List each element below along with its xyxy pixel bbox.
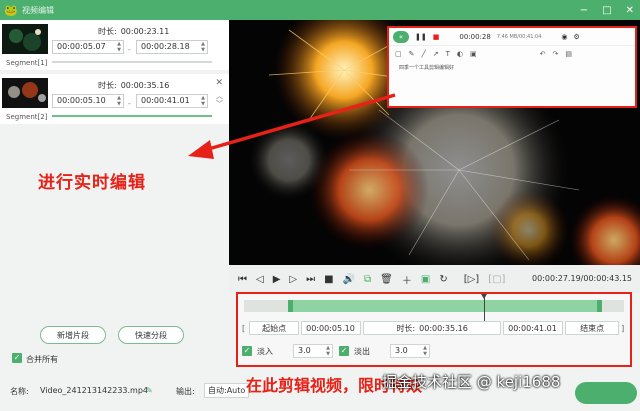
spinner-icon[interactable]: ▲ ▼ bbox=[117, 95, 121, 107]
fade-in-input[interactable]: 3.0 ▲ ▼ bbox=[293, 344, 333, 358]
title-bar: 🐸 视频编辑 − □ ✕ bbox=[0, 0, 640, 20]
window-title: 视频编辑 bbox=[22, 5, 54, 15]
screen-recorder-overlay: « ❚❚ ■ 00:00:28 7.46 MB/00:41:04 ◉ ⚙ ▢ ✎… bbox=[387, 26, 637, 108]
overlay-info: 7.46 MB/00:41:04 bbox=[496, 33, 542, 40]
segment-item-1[interactable]: Segment[1] 时长: 00:00:23.11 00:00:05.07 ▲ ▼ … bbox=[0, 20, 229, 70]
back-icon[interactable]: « bbox=[393, 30, 409, 43]
segment-item-2[interactable]: Segment[2] 时长: 00:00:35.16 00:00:05.10 ▲ ▼ … bbox=[0, 74, 229, 124]
duration-field: 时长: 00:00:35.16 bbox=[363, 321, 502, 335]
segment-thumbnail bbox=[2, 78, 48, 108]
remove-segment-icon[interactable]: ✕ bbox=[215, 78, 223, 88]
spinner-icon[interactable]: ▲ ▼ bbox=[201, 95, 205, 107]
quick-split-button[interactable]: 快速分段 bbox=[118, 326, 184, 344]
fade-row: ✓ 淡入 3.0 ▲ ▼ ✓ 淡出 3.0 ▲ ▼ bbox=[242, 344, 628, 358]
segment-end-input[interactable]: 00:00:41.01 ▲ ▼ bbox=[136, 94, 208, 108]
edit-time-row: [ 起始点 00:00:05.10 时长: 00:00:35.16 00:00:4… bbox=[242, 321, 628, 335]
timeline-track[interactable] bbox=[244, 300, 624, 312]
set-start-button[interactable]: 起始点 bbox=[249, 321, 300, 335]
spinner-icon[interactable]: ▲ ▼ bbox=[423, 345, 427, 357]
close-button[interactable]: ✕ bbox=[626, 5, 634, 16]
volume-icon[interactable]: 🔊 bbox=[343, 274, 355, 285]
segment-end-input[interactable]: 00:00:28.18 ▲ ▼ bbox=[136, 40, 208, 54]
fade-in-label: 淡入 bbox=[257, 346, 273, 356]
spinner-icon[interactable]: ▲ ▼ bbox=[201, 41, 205, 53]
copy-icon[interactable]: ▣ bbox=[421, 274, 430, 285]
reorder-icon[interactable]: ︿ ﹀ bbox=[216, 92, 223, 108]
segment-label: Segment[1] bbox=[6, 59, 48, 67]
annotation-live-edit: 进行实时编辑 bbox=[38, 173, 146, 193]
window-controls: − □ ✕ bbox=[580, 0, 634, 20]
start-time-field[interactable]: 00:00:05.10 bbox=[301, 321, 362, 335]
fade-out-input[interactable]: 3.0 ▲ ▼ bbox=[390, 344, 430, 358]
text-tool-icon[interactable]: T bbox=[446, 50, 450, 58]
time-readout: 00:00:27.19/00:00:43.15 bbox=[532, 274, 632, 283]
video-preview[interactable]: « ❚❚ ■ 00:00:28 7.46 MB/00:41:04 ◉ ⚙ ▢ ✎… bbox=[229, 20, 640, 265]
next-frame-icon[interactable]: ▷ bbox=[289, 274, 297, 285]
stop-icon[interactable]: ■ bbox=[324, 274, 333, 285]
trim-end-handle[interactable] bbox=[597, 300, 602, 312]
line-tool-icon[interactable]: ╱ bbox=[422, 50, 426, 58]
fade-out-label: 淡出 bbox=[354, 346, 370, 356]
segment-duration: 时长: 00:00:23.11 bbox=[98, 27, 170, 36]
spinner-icon[interactable]: ▲ ▼ bbox=[326, 345, 330, 357]
undo-icon[interactable]: ↶ bbox=[540, 50, 546, 58]
segment-start-input[interactable]: 00:00:05.07 ▲ ▼ bbox=[52, 40, 124, 54]
segment-duration: 时长: 00:00:35.16 bbox=[98, 81, 170, 90]
spinner-icon[interactable]: ▲ ▼ bbox=[117, 41, 121, 53]
merge-all-checkbox[interactable]: ✓ bbox=[12, 353, 22, 363]
mark-out-icon[interactable]: [▢] bbox=[488, 274, 505, 285]
export-button[interactable] bbox=[575, 382, 637, 404]
merge-all-label: 合并所有 bbox=[26, 355, 58, 364]
end-time-field[interactable]: 00:00:41.01 bbox=[503, 321, 564, 335]
frog-logo-icon: 🐸 bbox=[4, 3, 18, 17]
play-icon[interactable]: ▶ bbox=[273, 274, 281, 285]
segment-start-input[interactable]: 00:00:05.10 ▲ ▼ bbox=[52, 94, 124, 108]
skip-start-icon[interactable]: ⏮ bbox=[238, 274, 247, 285]
playhead[interactable] bbox=[481, 294, 487, 322]
overlay-toolbar: « ❚❚ ■ 00:00:28 7.46 MB/00:41:04 ◉ ⚙ bbox=[389, 28, 635, 46]
minimize-button[interactable]: − bbox=[580, 5, 588, 16]
segment-range-bar bbox=[52, 115, 212, 117]
output-select[interactable]: 自动:Auto bbox=[204, 383, 250, 398]
blur-tool-icon[interactable]: ◐ bbox=[457, 50, 463, 58]
player-controls: ⏮ ◁ ▶ ▷ ⏭ ■ 🔊 ⧉ 🗑 ＋ ▣ ↻ [▷] [▢] 00:00:27… bbox=[229, 265, 640, 293]
pen-tool-icon[interactable]: ✎ bbox=[409, 50, 415, 58]
overlay-body-text: 四季一个工具剪辑编辑好 bbox=[399, 65, 455, 71]
name-field[interactable]: Video_241213142233.mp4 bbox=[40, 386, 148, 395]
refresh-icon[interactable]: ↻ bbox=[439, 274, 447, 285]
save-icon[interactable]: ▤ bbox=[565, 50, 572, 58]
fade-out-checkbox[interactable]: ✓ bbox=[339, 346, 349, 356]
split-icon[interactable]: ⧉ bbox=[364, 274, 371, 285]
pause-icon[interactable]: ❚❚ bbox=[415, 33, 427, 41]
skip-end-icon[interactable]: ⏭ bbox=[306, 274, 315, 285]
segment-panel: Segment[1] 时长: 00:00:23.11 00:00:05.07 ▲ ▼ … bbox=[0, 20, 229, 370]
fade-in-checkbox[interactable]: ✓ bbox=[242, 346, 252, 356]
overlay-tools: ▢ ✎ ╱ ↗ T ◐ ▣ ↶ ↷ ▤ bbox=[389, 46, 635, 62]
clip-edit-panel: [ 起始点 00:00:05.10 时长: 00:00:35.16 00:00:4… bbox=[236, 292, 632, 367]
timeline-selection[interactable] bbox=[288, 300, 602, 312]
name-label: 名称: bbox=[10, 387, 29, 396]
camera-icon[interactable]: ◉ bbox=[561, 33, 567, 41]
trim-start-handle[interactable] bbox=[288, 300, 293, 312]
segment-range-bar bbox=[52, 61, 212, 63]
image-tool-icon[interactable]: ▣ bbox=[470, 50, 477, 58]
redo-icon[interactable]: ↷ bbox=[552, 50, 558, 58]
arrow-tool-icon[interactable]: ↗ bbox=[433, 50, 439, 58]
segment-label: Segment[2] bbox=[6, 113, 48, 121]
stop-icon[interactable]: ■ bbox=[433, 33, 440, 41]
mark-in-icon[interactable]: [▷] bbox=[464, 274, 480, 285]
segment-thumbnail bbox=[2, 24, 48, 54]
overlay-time: 00:00:28 bbox=[459, 32, 491, 41]
add-icon[interactable]: ＋ bbox=[402, 272, 412, 287]
output-label: 输出: bbox=[176, 387, 195, 396]
edit-name-icon[interactable]: ✎ bbox=[146, 386, 153, 395]
set-end-button[interactable]: 结束点 bbox=[565, 321, 620, 335]
delete-icon[interactable]: 🗑 bbox=[380, 274, 393, 285]
rect-tool-icon[interactable]: ▢ bbox=[395, 50, 402, 58]
watermark: 掘金技术社区 @ keji1688 bbox=[382, 373, 561, 391]
settings-icon[interactable]: ⚙ bbox=[574, 33, 580, 41]
prev-frame-icon[interactable]: ◁ bbox=[256, 274, 264, 285]
maximize-button[interactable]: □ bbox=[602, 5, 611, 16]
new-segment-button[interactable]: 新增片段 bbox=[40, 326, 106, 344]
